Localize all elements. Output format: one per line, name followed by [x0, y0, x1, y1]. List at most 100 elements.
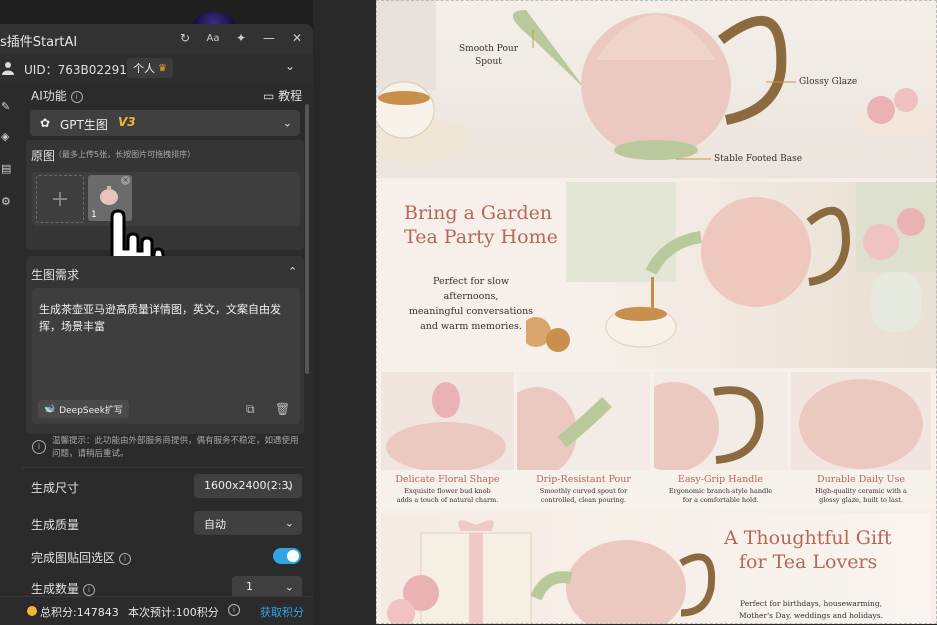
pin-icon[interactable]: ✦: [233, 29, 249, 47]
feature-3-title: Easy-Grip Handle: [677, 474, 764, 485]
paste-back-label: 完成图贴回选区 i: [31, 549, 132, 566]
prompt-textarea[interactable]: 生成茶壶亚马逊高质量详情图，英文，文案自由发挥，场景丰富 🐋 DeepSeek扩写…: [32, 288, 300, 424]
source-hint: （最多上传5张，长按图片可拖拽排序）: [54, 150, 196, 159]
spout-illustration: [497, 387, 612, 477]
feature-image-2: [497, 372, 650, 477]
model-select[interactable]: ✿ GPT生图 V3 ⌄: [30, 110, 300, 136]
settings-icon[interactable]: ⚙: [1, 195, 13, 208]
feature-image-4: [791, 372, 931, 470]
remove-image-icon[interactable]: ×: [121, 176, 130, 185]
feature-image-3: [629, 372, 787, 472]
section2-heading-line1: Bring a Garden: [404, 202, 553, 224]
feature-3-desc: Ergonomic branch-style handle for a comf…: [668, 487, 773, 504]
account-type-label: 个人: [133, 62, 156, 75]
font-size-icon[interactable]: Aa: [205, 29, 221, 47]
gift-box-teapot-illustration: [387, 520, 716, 624]
panel-title: s插件StartAI: [0, 35, 78, 50]
service-warning: 温馨提示：此功能由外部服务商提供，偶有服务不稳定，如遇使用问题，请稍后重试。: [52, 436, 299, 459]
titlebar-controls: ↻ Aa ✦ — ✕: [177, 29, 305, 47]
get-points-link[interactable]: 获取积分: [260, 604, 304, 620]
model-icon: ✿: [40, 116, 51, 130]
model-name: GPT生图: [60, 118, 108, 132]
feature-4-desc: High-quality ceramic with a glossy glaze…: [815, 487, 907, 504]
ceramic-body-illustration: [799, 379, 923, 469]
ai-function-label: AI功能 i: [31, 87, 83, 104]
flower-knob-illustration: [386, 382, 506, 472]
crown-icon: ♛: [158, 62, 167, 74]
source-label: 原图: [31, 149, 56, 163]
uid-label: UID：763B02291: [24, 63, 127, 77]
points-footer: 总积分:147843 本次预计:100积分 i 获取积分: [0, 596, 313, 625]
feature-1-title: Delicate Floral Shape: [395, 474, 500, 485]
toggle-knob: [287, 550, 299, 562]
info-icon[interactable]: i: [70, 90, 83, 103]
warning-info-icon: i: [32, 440, 46, 454]
deepseek-icon: 🐋: [44, 404, 56, 414]
chevron-down-icon: ⌄: [284, 580, 294, 594]
layers-icon[interactable]: ◈: [1, 130, 13, 143]
section4-heading-line2: for Tea Lovers: [739, 551, 878, 573]
image-upload-area: + 1 ×: [32, 172, 300, 226]
account-type-badge[interactable]: 个人 ♛: [127, 58, 173, 78]
section2-heading-line2: Tea Party Home: [404, 226, 558, 248]
chevron-down-icon: ⌄: [282, 116, 292, 130]
info-icon[interactable]: i: [83, 583, 96, 596]
garden-tea-party-section: Bring a Garden Tea Party Home Perfect fo…: [376, 182, 937, 368]
document-icon[interactable]: ▤: [1, 162, 13, 175]
feature-2-title: Drip-Resistant Pour: [536, 474, 631, 485]
divider: [22, 467, 304, 468]
minimize-icon[interactable]: —: [261, 29, 277, 47]
count-select[interactable]: 1 ⌄: [232, 576, 302, 598]
tutorial-link[interactable]: ▭ 教程: [263, 87, 302, 104]
model-version: V3: [118, 115, 136, 129]
history-icon[interactable]: ⧉: [246, 402, 255, 417]
label-smooth-pour: Smooth Pour Spout: [459, 44, 519, 67]
refresh-icon[interactable]: ↻: [177, 29, 193, 47]
prompt-section: 生图需求 ⌃ 生成茶壶亚马逊高质量详情图，英文，文案自由发挥，场景丰富 🐋 Dee…: [26, 256, 304, 434]
paste-back-toggle[interactable]: [273, 548, 301, 564]
size-select[interactable]: 1600x2400(2:3) ⌄: [194, 474, 302, 498]
chevron-down-icon: ⌄: [284, 516, 294, 530]
side-toolbar: ✎ ◈ ▤ ⚙: [0, 88, 18, 228]
section4-heading-line1: A Thoughtful Gift: [724, 527, 892, 549]
gift-section: A Thoughtful Gift for Tea Lovers Perfect…: [381, 513, 931, 624]
pen-icon[interactable]: ✎: [1, 100, 13, 113]
user-icon: [2, 62, 14, 75]
info-icon[interactable]: i: [228, 604, 240, 616]
teapot-thumbnail-icon: [100, 186, 118, 205]
count-value: 1: [246, 580, 253, 593]
size-label: 生成尺寸: [31, 481, 80, 495]
tea-party-scene-illustration: [526, 182, 936, 352]
quality-value: 自动: [204, 518, 226, 531]
feature-4-title: Durable Daily Use: [817, 474, 905, 485]
label-glossy-glaze: Glossy Glaze: [799, 77, 858, 87]
section2-body: Perfect for slow afternoons, meaningful …: [408, 276, 534, 332]
coin-icon: [27, 606, 37, 616]
quality-select[interactable]: 自动 ⌄: [194, 511, 302, 535]
prompt-text: 生成茶壶亚马逊高质量详情图，英文，文案自由发挥，场景丰富: [39, 303, 281, 333]
hero-section: Smooth Pour Spout Glossy Glaze Stable Fo…: [376, 0, 937, 178]
features-section: Delicate Floral Shape Exquisite flower b…: [376, 370, 937, 510]
feature-image-1: [381, 372, 514, 472]
book-icon: ▭: [263, 89, 275, 103]
account-row: UID：763B02291 个人 ♛ ⌄: [0, 54, 313, 84]
close-icon[interactable]: ✕: [289, 29, 305, 47]
panel-titlebar: s插件StartAI ↻ Aa ✦ — ✕: [0, 24, 313, 54]
chevron-up-icon[interactable]: ⌃: [288, 265, 297, 278]
label-stable-base: Stable Footed Base: [714, 154, 803, 164]
chevron-down-icon: ⌄: [284, 479, 294, 493]
canvas-gap: [313, 0, 376, 624]
chevron-down-icon[interactable]: ⌄: [285, 59, 295, 73]
count-label: 生成数量 i: [31, 580, 96, 597]
prompt-label: 生图需求: [31, 268, 80, 282]
feature-1-desc: Exquisite flower bud knob adds a touch o…: [396, 487, 499, 504]
total-points: 总积分:147843: [40, 606, 119, 619]
panel-scrollbar[interactable]: [305, 104, 309, 374]
startai-plugin-panel: s插件StartAI ↻ Aa ✦ — ✕ UID：763B02291 个人 ♛…: [0, 24, 313, 624]
trash-icon[interactable]: 🗑: [275, 402, 290, 416]
info-icon[interactable]: i: [119, 552, 132, 565]
handle-illustration: [629, 382, 764, 472]
teapot-hero-illustration: [376, 0, 936, 162]
add-image-button[interactable]: +: [36, 175, 84, 223]
deepseek-expand-button[interactable]: 🐋 DeepSeek扩写: [38, 400, 129, 418]
